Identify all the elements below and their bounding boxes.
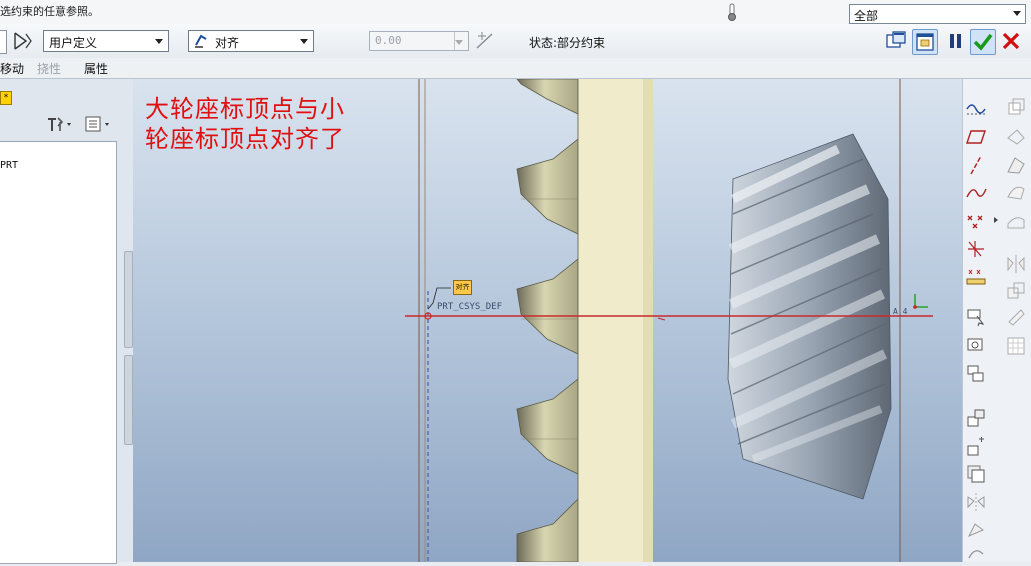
large-gear bbox=[516, 79, 653, 562]
datum-tools-icon[interactable] bbox=[1005, 126, 1027, 148]
chevron-right-icon[interactable] bbox=[994, 217, 998, 223]
chevron-down-icon bbox=[1013, 11, 1021, 16]
component-move-icon[interactable] bbox=[965, 363, 987, 385]
csys-label: PRT_CSYS_DEF bbox=[437, 302, 503, 312]
model-tree[interactable] bbox=[0, 141, 117, 564]
thermometer-icon bbox=[727, 3, 737, 21]
datum-plane-icon[interactable] bbox=[965, 126, 987, 148]
constraint-status: 状态:部分约束 bbox=[529, 36, 606, 50]
panel-splitter-lower[interactable] bbox=[124, 355, 133, 445]
check-icon[interactable] bbox=[970, 29, 996, 55]
boundary-blend-icon[interactable] bbox=[1005, 154, 1027, 176]
sketch-curve-icon[interactable] bbox=[965, 97, 987, 119]
mirror-icon[interactable] bbox=[1005, 253, 1027, 275]
panel-splitter-upper[interactable] bbox=[124, 251, 133, 348]
model-tree-tab[interactable]: * bbox=[0, 91, 12, 105]
assemble-icon[interactable] bbox=[965, 407, 987, 429]
datum-curve-icon[interactable] bbox=[965, 181, 987, 203]
separate-window-icon[interactable] bbox=[885, 30, 907, 52]
tree-columns-icon[interactable] bbox=[84, 113, 114, 135]
annotation-text: 大轮座标顶点与小 轮座标顶点对齐了 bbox=[145, 94, 345, 154]
chevron-down-icon bbox=[300, 39, 308, 44]
annotation-line-1: 大轮座标顶点与小 bbox=[145, 95, 345, 123]
chevron-down-icon bbox=[455, 40, 463, 45]
dashboard-tabs: 移动 挠性 属性 bbox=[0, 58, 1031, 79]
extrude-component-icon[interactable] bbox=[965, 544, 987, 566]
pause-icon[interactable] bbox=[945, 30, 967, 52]
constraint-set-select[interactable]: 用户定义 bbox=[43, 30, 169, 52]
partial-combo-left[interactable] bbox=[0, 30, 7, 54]
selection-filter-value: 全部 bbox=[854, 9, 879, 23]
tab-flexibility[interactable]: 挠性 bbox=[37, 60, 61, 77]
merge-icon[interactable] bbox=[1005, 280, 1027, 302]
constraint-type-select[interactable]: 对齐 bbox=[188, 30, 314, 52]
x-icon[interactable] bbox=[1000, 30, 1022, 52]
axis-label: A_4 bbox=[893, 307, 908, 316]
offset-input[interactable]: 0.00 bbox=[369, 31, 469, 51]
coordinate-system-icon[interactable] bbox=[965, 238, 987, 260]
create-component-icon[interactable] bbox=[965, 436, 987, 458]
style-surface-icon[interactable] bbox=[1005, 181, 1027, 203]
mirror-component-icon[interactable] bbox=[965, 491, 987, 513]
trim-icon[interactable] bbox=[1005, 306, 1027, 328]
pattern-component-icon[interactable] bbox=[965, 518, 987, 540]
constraint-type-value: 对齐 bbox=[215, 36, 240, 50]
analysis-icon[interactable] bbox=[965, 266, 987, 288]
tab-move[interactable]: 移动 bbox=[0, 60, 24, 77]
copy-icon[interactable] bbox=[1005, 97, 1027, 119]
snapshot-icon[interactable] bbox=[965, 335, 987, 357]
selection-filter-select[interactable]: 全部 bbox=[849, 4, 1026, 24]
chevron-down-icon bbox=[155, 39, 163, 44]
message-text: 选约束的任意参照。 bbox=[0, 5, 99, 18]
fill-surface-icon[interactable] bbox=[1005, 210, 1027, 232]
drag-component-icon[interactable] bbox=[965, 306, 987, 328]
grid-icon[interactable] bbox=[1005, 335, 1027, 357]
repeat-component-icon[interactable] bbox=[965, 463, 987, 485]
align-constraint-tag[interactable]: 对齐 bbox=[453, 280, 472, 295]
tree-item[interactable]: PRT bbox=[0, 160, 18, 171]
offset-value: 0.00 bbox=[375, 34, 402, 47]
tab-properties[interactable]: 属性 bbox=[84, 60, 108, 77]
assembly-window-icon[interactable] bbox=[912, 29, 938, 55]
align-constraint-icon bbox=[195, 34, 207, 48]
component-placement-icon[interactable] bbox=[12, 30, 34, 52]
datum-axis-icon[interactable] bbox=[965, 154, 987, 176]
annotation-line-2: 轮座标顶点对齐了 bbox=[145, 125, 345, 153]
constraint-set-value: 用户定义 bbox=[49, 36, 98, 50]
datum-point-icon[interactable] bbox=[965, 210, 987, 232]
flip-offset-icon[interactable] bbox=[474, 30, 496, 52]
tree-settings-icon[interactable] bbox=[45, 113, 75, 135]
csys-triad-icon bbox=[914, 294, 928, 308]
